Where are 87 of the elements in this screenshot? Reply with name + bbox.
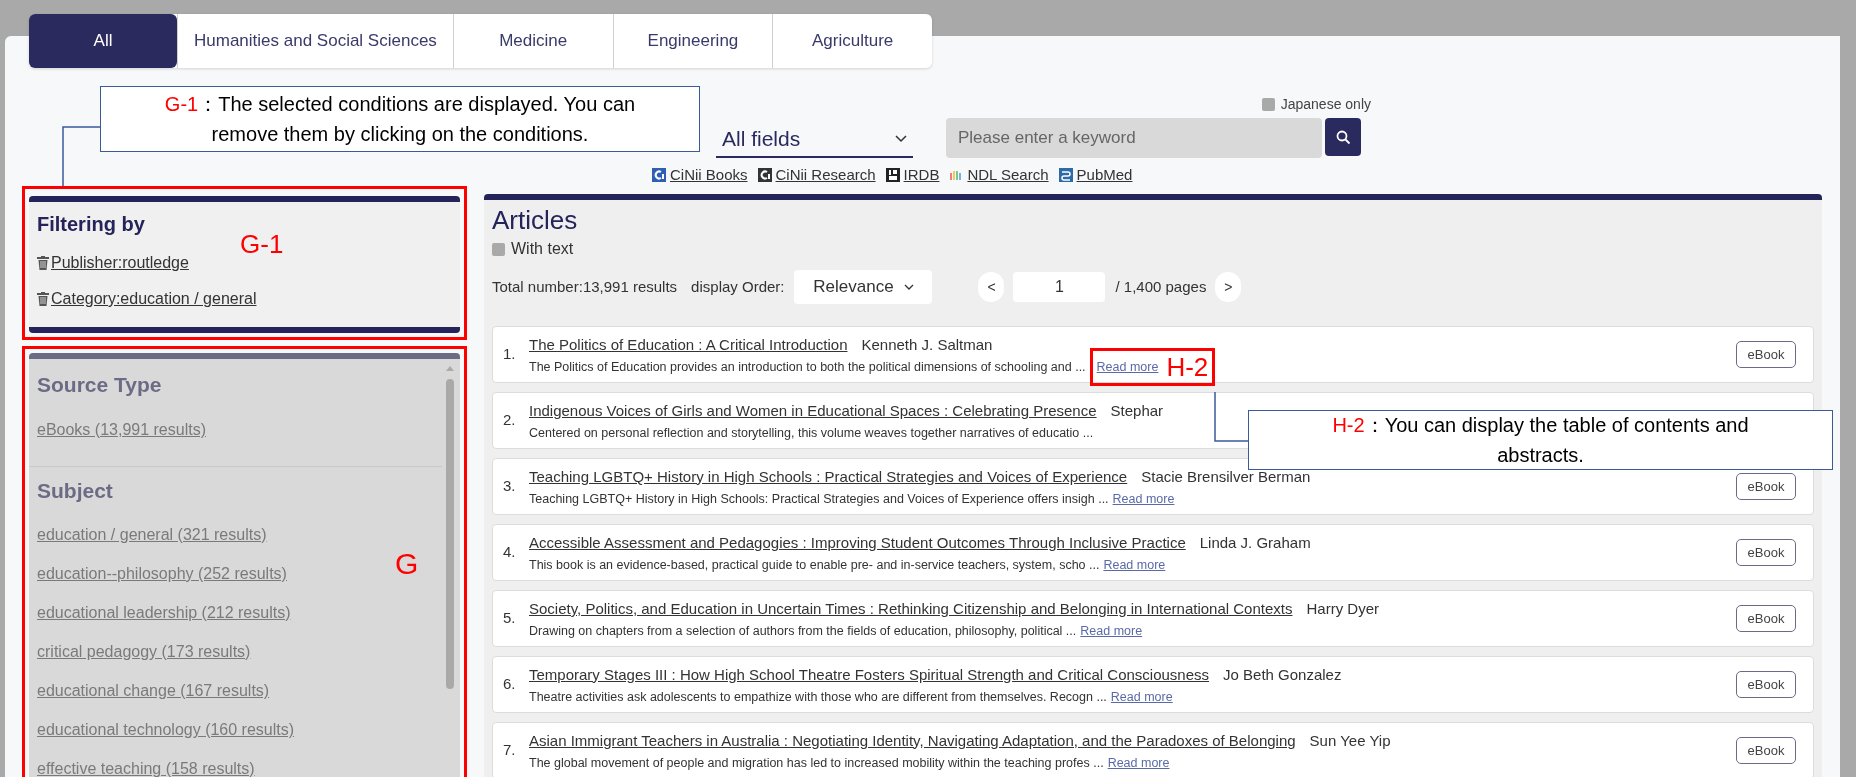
result-number: 5.	[503, 608, 517, 629]
chevron-down-icon	[903, 284, 914, 290]
result-number: 3.	[503, 476, 517, 497]
external-link[interactable]: CiNii Books	[652, 163, 748, 187]
category-tab[interactable]: All	[29, 14, 177, 68]
read-more-link[interactable]: Read more	[1080, 621, 1143, 641]
checkbox[interactable]	[492, 242, 505, 256]
result-title[interactable]: Asian Immigrant Teachers in Australia : Negotiating Identity, Navigating Adaptation, and the Paradoxes of Belonging	[529, 729, 1296, 753]
result-title[interactable]: Teaching LGBTQ+ History in High Schools : Practical Strategies and Voices of Experience	[529, 465, 1128, 489]
ebook-button[interactable]: eBook	[1736, 605, 1796, 632]
result-number: 4.	[503, 542, 517, 563]
filter-condition[interactable]: Category:education / general	[37, 287, 257, 311]
scrollbar-thumb[interactable]	[446, 379, 454, 689]
articles-title: Articles	[492, 204, 578, 236]
external-link[interactable]: IRDB	[885, 163, 940, 187]
facet-title: Subject	[37, 477, 114, 504]
scroll-up-icon[interactable]	[446, 365, 454, 371]
category-tab[interactable]: Medicine	[452, 14, 613, 68]
trash-icon	[37, 256, 49, 270]
result-snippet: Theatre activities ask adolescents to empathize with those who are different from themselves. Recogn ...	[529, 688, 1107, 706]
chevron-down-icon	[895, 134, 907, 143]
result-title[interactable]: The Politics of Education : A Critical Introduction	[529, 333, 848, 357]
callout-text: G-1：The selected conditions are displayed. You can remove them by clicking on the conditions.	[163, 92, 637, 147]
search-button[interactable]	[1325, 118, 1361, 156]
result-title[interactable]: Indigenous Voices of Girls and Women in Educational Spaces : Celebrating Presence	[529, 399, 1097, 423]
result-title[interactable]: Accessible Assessment and Pedagogies : Improving Student Outcomes Through Inclusive Practice	[529, 531, 1186, 555]
category-tab[interactable]: Engineering	[612, 14, 773, 68]
result-snippet: The global movement of people and migration has led to increased mobility within the teaching profes ...	[529, 754, 1104, 772]
filter-condition[interactable]: Publisher:routledge	[37, 251, 189, 275]
result-number: 7.	[503, 740, 517, 761]
read-more-link[interactable]: Read more	[1110, 687, 1173, 707]
read-more-link[interactable]: Read more	[1107, 753, 1170, 773]
ci-icon	[757, 168, 772, 182]
read-more-link[interactable]: Read more	[1096, 357, 1159, 377]
author-name: Linda J. Graham	[1199, 532, 1311, 553]
external-link[interactable]: NDL Search	[949, 163, 1049, 187]
author-name: Harry Dyer	[1306, 598, 1379, 619]
ebook-button[interactable]: eBook	[1736, 671, 1796, 698]
author-name: Stacie Brensilver Berman	[1141, 466, 1311, 487]
external-link[interactable]: CiNii Research	[757, 163, 876, 187]
rainbow-icon	[949, 168, 964, 182]
result-snippet: This book is an evidence-based, practical guide to enable pre- and in-service teachers, system, scho ...	[529, 556, 1100, 574]
page-field[interactable]: 1	[1013, 272, 1106, 302]
trash-icon	[37, 292, 49, 306]
keyword-field[interactable]: Please enter a keyword	[946, 118, 1322, 158]
author-name: Kenneth J. Saltman	[861, 334, 993, 355]
result-title[interactable]: Temporary Stages III : How High School Theatre Fosters Spiritual Strength and Critical Consciousness	[529, 663, 1210, 687]
result-snippet: The Politics of Education provides an introduction to both the political dimensions of schooling and ...	[529, 358, 1086, 376]
author-name: Jo Beth Gonzalez	[1223, 664, 1342, 685]
next-page-button[interactable]: >	[1215, 272, 1242, 302]
result-snippet: Centered on personal reflection and storytelling, this volume weaves together narratives of educatio ...	[529, 424, 1094, 442]
ebook-button[interactable]: eBook	[1736, 539, 1796, 566]
ebook-button[interactable]: eBook	[1736, 473, 1796, 500]
read-more-link[interactable]: Read more	[1112, 489, 1175, 509]
annotation-marker: H-2	[1166, 354, 1209, 381]
result-snippet: Drawing on chapters from a selection of authors from the fields of education, philosophy, political ...	[529, 622, 1077, 640]
order-select[interactable]: Relevance	[794, 270, 933, 304]
filter-title: Filtering by	[37, 212, 145, 237]
field-select[interactable]: All fields	[716, 121, 913, 158]
ci-icon	[652, 168, 666, 182]
result-snippet: Teaching LGBTQ+ History in High Schools: Practical Strategies and Voices of Experience offers insigh ...	[529, 490, 1109, 508]
page-count: / 1,400 pages	[1115, 276, 1207, 297]
with-text-label: With text	[511, 239, 574, 259]
japanese-only-label: Japanese only	[1280, 94, 1371, 114]
annotation-marker: G	[395, 549, 419, 579]
result-number: 2.	[503, 410, 517, 431]
previous-page-button[interactable]: <	[978, 272, 1005, 302]
result-number: 6.	[503, 674, 517, 695]
pubmed-icon	[1058, 168, 1073, 182]
category-tab[interactable]: Humanities and Social Sciences	[177, 14, 453, 68]
search-icon	[1335, 129, 1351, 145]
author-name: Sun Yee Yip	[1309, 730, 1391, 751]
order-label: display Order:	[691, 276, 785, 297]
read-more-link[interactable]: Read more	[1103, 555, 1166, 575]
total-count: Total number:13,991 results	[492, 276, 678, 297]
facet-title: Source Type	[37, 372, 163, 398]
repository-icon	[885, 168, 900, 182]
callout-text: H-2：You can display the table of contents and abstracts.	[1331, 413, 1750, 468]
result-number: 1.	[503, 344, 517, 365]
author-name: Stephar	[1110, 400, 1164, 421]
result-title[interactable]: Society, Politics, and Education in Uncertain Times : Rethinking Citizenship and Belonging in International Contexts	[529, 597, 1293, 621]
checkbox[interactable]	[1261, 97, 1275, 111]
annotation-marker: G-1	[240, 231, 284, 257]
ebook-button[interactable]: eBook	[1736, 737, 1796, 764]
ebook-button[interactable]: eBook	[1736, 341, 1796, 368]
external-link[interactable]: PubMed	[1058, 163, 1133, 187]
category-tab[interactable]: Agriculture	[772, 14, 932, 68]
